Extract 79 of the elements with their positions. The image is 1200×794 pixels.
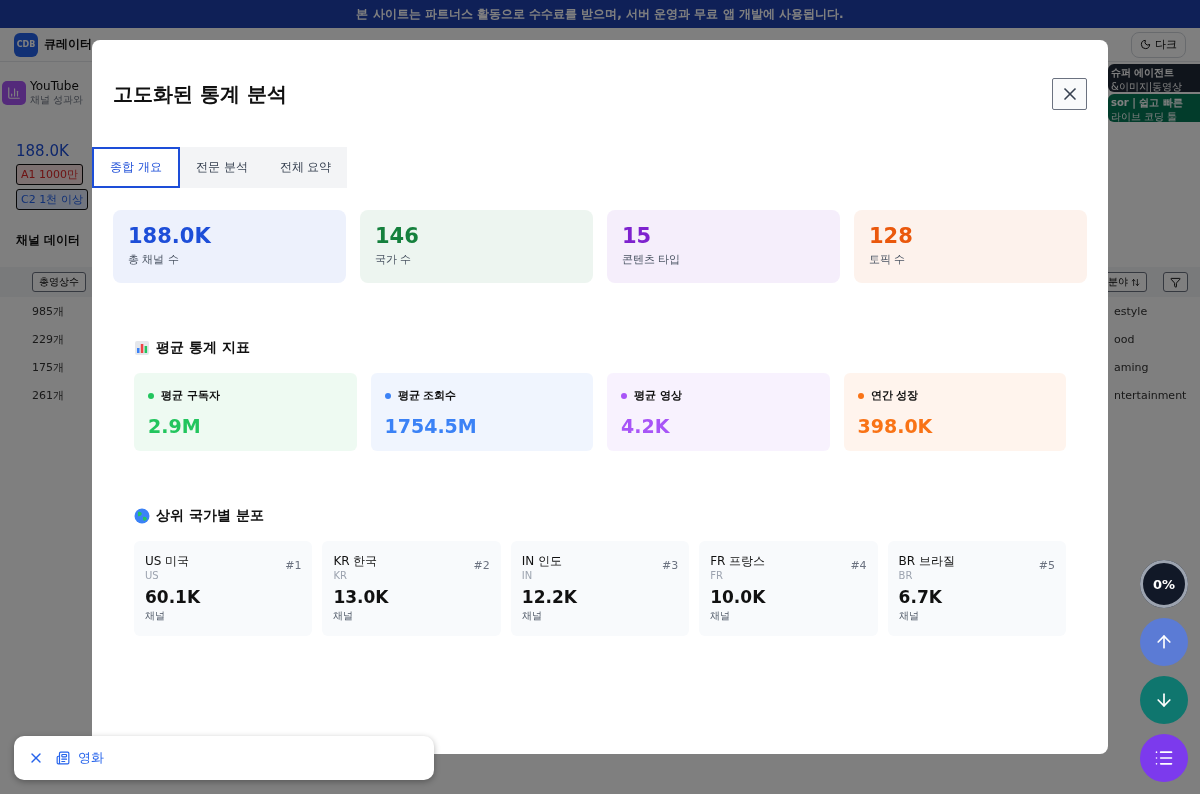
metric-value: 1754.5M [384,415,478,437]
channel-count: 10.0K [710,587,767,607]
table-cell-text: 229개 [32,331,65,348]
country-name: IN 인도 [521,553,563,570]
globe-icon [134,508,150,524]
bar-chart-icon [134,340,150,356]
unit-label: 채널 [521,609,543,623]
metric-label: 평균 조회수 [397,388,457,403]
channel-count: 60.1K [145,587,202,607]
moon-icon [1140,39,1151,50]
rank-label: #4 [850,559,867,574]
unit-label: 채널 [898,609,920,623]
ad-banner[interactable]: sor | 쉽고 빠른 라이브 코딩 툴 [1108,94,1200,122]
channel-count: 13.0K [333,587,390,607]
newspaper-icon [56,751,70,765]
menu-button[interactable] [1140,734,1188,782]
page-title: YouTube [30,79,80,93]
channel-count: 6.7K [898,587,943,607]
stat-label: 국가 수 [375,252,413,267]
metric-value: 2.9M [148,415,202,437]
sort-icon [1131,277,1140,287]
stat-label: 토픽 수 [869,252,907,267]
country-code: KR [333,570,348,581]
site-title: 큐레이터 [44,36,92,53]
stat-label: 총 채널 수 [128,252,180,267]
sort-button[interactable]: 총영상수 [32,272,86,292]
tab[interactable]: 전체 요약 [263,147,348,188]
rank-label: #5 [1038,559,1055,574]
country-name: KR 한국 [333,553,378,570]
stat-value: 128 [869,224,914,248]
table-cell-text: ood [1114,331,1136,348]
stat-label: 콘텐츠 타입 [622,252,682,267]
table-cell-text: aming [1114,359,1150,376]
tab[interactable]: 전문 분석 [179,147,264,188]
stat-value: 15 [622,224,653,248]
rank-label: #2 [473,559,490,574]
country-code: IN [521,570,534,581]
page-subtitle: 채널 성과와 [30,93,84,107]
modal-title: 고도화된 통계 분석 [113,80,287,108]
stat-value: 146 [375,224,420,248]
metric-label: 연간 성장 [870,388,919,403]
country-code: US [145,570,160,581]
close-button[interactable] [1052,78,1087,110]
notice-banner: 본 사이트는 파트너스 활동으로 수수료를 받으며, 서버 운영과 무료 앱 개발에 사용됩니다. [0,0,1200,28]
section-title: 평균 통계 지표 [156,339,250,357]
tab[interactable]: 종합 개요 [92,147,180,188]
logo[interactable]: CDB [14,32,38,57]
stat-value: 188.0K [128,224,212,248]
country-code: FR [710,570,724,581]
scroll-up-button[interactable] [1140,618,1188,666]
rank-label: #3 [661,559,679,574]
metric-label: 평균 영상 [634,388,682,403]
country-code: BR [898,570,914,581]
scroll-down-button[interactable] [1140,676,1188,724]
filter-button[interactable] [1163,272,1188,292]
unit-label: 채널 [333,609,355,623]
country-name: BR 브라질 [898,553,955,570]
channel-count: 12.2K [521,587,578,607]
table-cell-text: ntertainment [1114,387,1188,404]
scroll-progress-button[interactable]: 0% [1140,560,1188,608]
country-name: FR 프랑스 [710,553,766,570]
section-title: 채널 데이터 [16,232,81,249]
unit-label: 채널 [710,609,732,623]
filter-icon [1170,276,1181,288]
table-cell-text: 175개 [32,359,65,376]
category-chip[interactable]: 영화 [56,749,104,767]
table-cell-text: estyle [1114,303,1149,320]
metric-value: 4.2K [621,415,671,437]
metric-value: 398.0K [857,415,934,437]
rank-label: #1 [285,559,302,574]
table-cell-text: 985개 [32,303,65,320]
country-name: US 미국 [145,553,190,570]
metric-label: 평균 구독자 [161,388,220,403]
list-icon [1154,748,1174,768]
unit-label: 채널 [145,609,166,623]
total-count: 188.0K [16,142,69,160]
section-title: 상위 국가별 분포 [156,507,264,525]
table-cell-text: 261개 [32,387,65,404]
theme-button[interactable]: 다크 [1131,31,1186,58]
